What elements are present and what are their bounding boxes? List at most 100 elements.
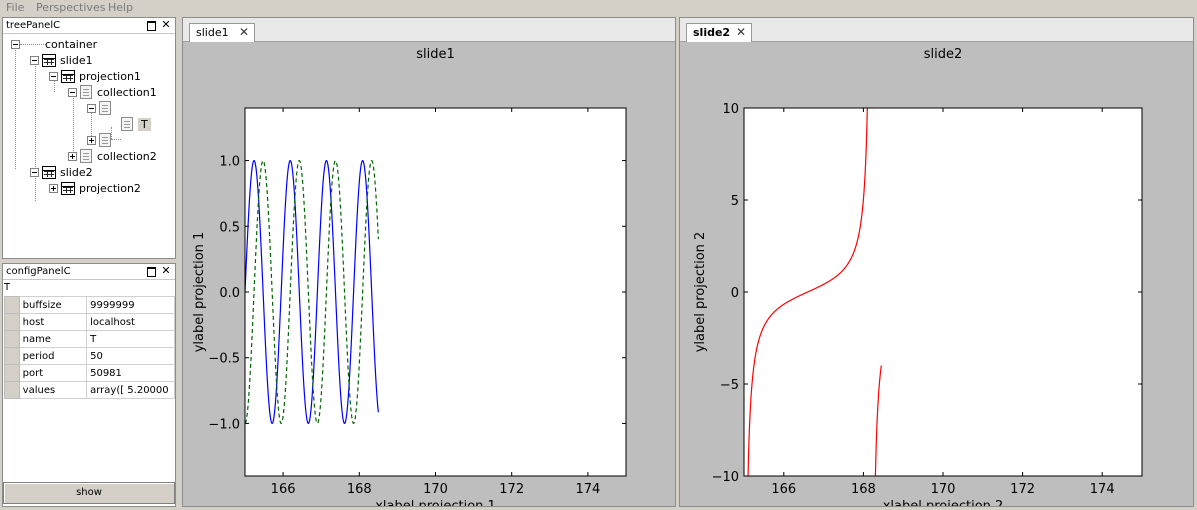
x-tick-label: 172 [499,482,524,497]
collapse-icon[interactable] [49,71,58,81]
menu-help[interactable]: Help [108,1,133,14]
tree-node-label: T [138,117,151,131]
table-row[interactable]: port 50981 [4,364,175,382]
y-tick-label: −5 [720,378,739,393]
tree-node-label: slide2 [60,165,93,179]
property-value[interactable]: 50 [86,347,175,365]
config-panel-restore-icon[interactable] [145,265,157,277]
property-key: period [18,347,88,365]
tree-node-label: projection2 [79,181,141,195]
x-tick-label: 174 [1090,482,1115,497]
slide2-view: slide2 ✕ slide2 166 168 170 172 174 10 5 0 −5 −10 x… [679,17,1194,507]
chart-title: slide2 [924,47,963,62]
collapse-icon[interactable] [30,167,39,177]
table-row[interactable]: values array([ 5.20000 [4,381,175,399]
table-row[interactable]: host localhost [4,313,175,331]
table-icon [61,181,75,195]
menu-bar: File Perspectives Help [0,0,1197,16]
property-value[interactable]: array([ 5.20000 [86,381,175,399]
table-icon [42,53,56,67]
plot-area [245,108,626,476]
y-tick-label: 0.5 [219,220,240,235]
tree-node-collection1[interactable]: collection1 [68,84,157,100]
expand-icon[interactable] [49,183,58,193]
y-tick-label: −10 [712,470,739,485]
y-tick-label: −0.5 [208,352,240,367]
property-key: port [18,364,88,382]
show-button[interactable]: show [3,482,175,504]
tree-node-container[interactable]: container [11,36,97,52]
tree-node-projection2[interactable]: projection2 [49,180,141,196]
property-value[interactable]: 50981 [86,364,175,382]
y-axis-label: ylabel projection 2 [693,232,708,353]
x-axis-label: xlabel projection 1 [375,499,496,506]
x-tick-label: 172 [1010,482,1035,497]
collapse-icon[interactable] [68,87,77,97]
tree-node-label: collection2 [97,149,157,163]
tree-node-label: collection1 [97,85,157,99]
tab-label: slide1 [196,26,229,39]
tree-node-slide2[interactable]: slide2 [30,164,93,180]
tab-label: slide2 [693,26,731,39]
collapse-icon[interactable] [30,55,39,65]
table-row[interactable]: period 50 [4,347,175,365]
tree-node-item-collapsed[interactable] [87,132,116,148]
tab-slide2[interactable]: slide2 ✕ [686,23,752,42]
y-tick-label: 1.0 [219,155,240,170]
x-tick-label: 174 [575,482,600,497]
table-icon [61,69,75,83]
x-tick-label: 166 [771,482,796,497]
close-icon[interactable]: ✕ [736,24,746,41]
property-table: buffsize 9999999 host localhost name T peri… [4,296,175,399]
document-icon [99,133,111,147]
table-row[interactable]: buffsize 9999999 [4,296,175,314]
table-row[interactable]: name T [4,330,175,348]
property-key: buffsize [18,296,88,314]
tree-node-projection1[interactable]: projection1 [49,68,141,84]
x-tick-label: 166 [271,482,296,497]
menu-perspectives[interactable]: Perspectives [36,1,105,14]
tree-node-label: projection1 [79,69,141,83]
y-tick-label: 5 [731,194,739,209]
property-value[interactable]: localhost [86,313,175,331]
tree-panel: treePanelC ✕ container slide1 projection… [2,17,176,259]
menu-file[interactable]: File [6,1,24,14]
selected-item-name: T [4,282,11,293]
slide2-chart: slide2 166 168 170 172 174 10 5 0 −5 −10 xlabel pro… [693,47,1143,506]
tree-node-slide1[interactable]: slide1 [30,52,93,68]
document-icon [80,85,92,99]
document-icon [99,101,111,115]
tree-node-label: slide1 [60,53,93,67]
tree-node-item[interactable] [87,100,116,116]
collapse-icon[interactable] [87,103,96,113]
close-icon[interactable]: ✕ [239,24,249,41]
y-tick-label: 0.0 [219,286,240,301]
slide1-view: slide1 ✕ slide1 166 168 170 172 174 −1.0 −0.5 0.… [182,17,676,507]
property-value[interactable]: T [86,330,175,348]
tree-node-label: container [45,37,98,51]
slide2-tabbar: slide2 ✕ [680,18,1193,42]
slide1-chart: slide1 166 168 170 172 174 −1.0 −0.5 0.0 0.5 1.0 xl… [192,47,627,506]
document-icon [121,117,133,131]
expand-icon[interactable] [68,151,77,161]
property-key: host [18,313,88,331]
tree-node-collection2[interactable]: collection2 [68,148,157,164]
x-tick-label: 170 [423,482,448,497]
tab-slide1[interactable]: slide1 ✕ [189,23,255,42]
config-panel-close-icon[interactable]: ✕ [160,265,172,277]
y-tick-label: −1.0 [208,417,240,432]
x-tick-label: 168 [851,482,876,497]
collapse-icon[interactable] [11,39,20,49]
plot-area [744,108,1142,476]
tree-node-t[interactable]: T [121,116,151,132]
x-tick-label: 168 [347,482,372,497]
expand-icon[interactable] [87,135,96,145]
y-axis-label: ylabel projection 1 [192,232,207,353]
tree-panel-close-icon[interactable]: ✕ [160,19,172,31]
document-icon [80,149,92,163]
chart-title: slide1 [416,47,455,62]
property-value[interactable]: 9999999 [86,296,175,314]
property-key: name [18,330,88,348]
tree-panel-restore-icon[interactable] [145,19,157,31]
y-tick-label: 10 [722,102,739,117]
